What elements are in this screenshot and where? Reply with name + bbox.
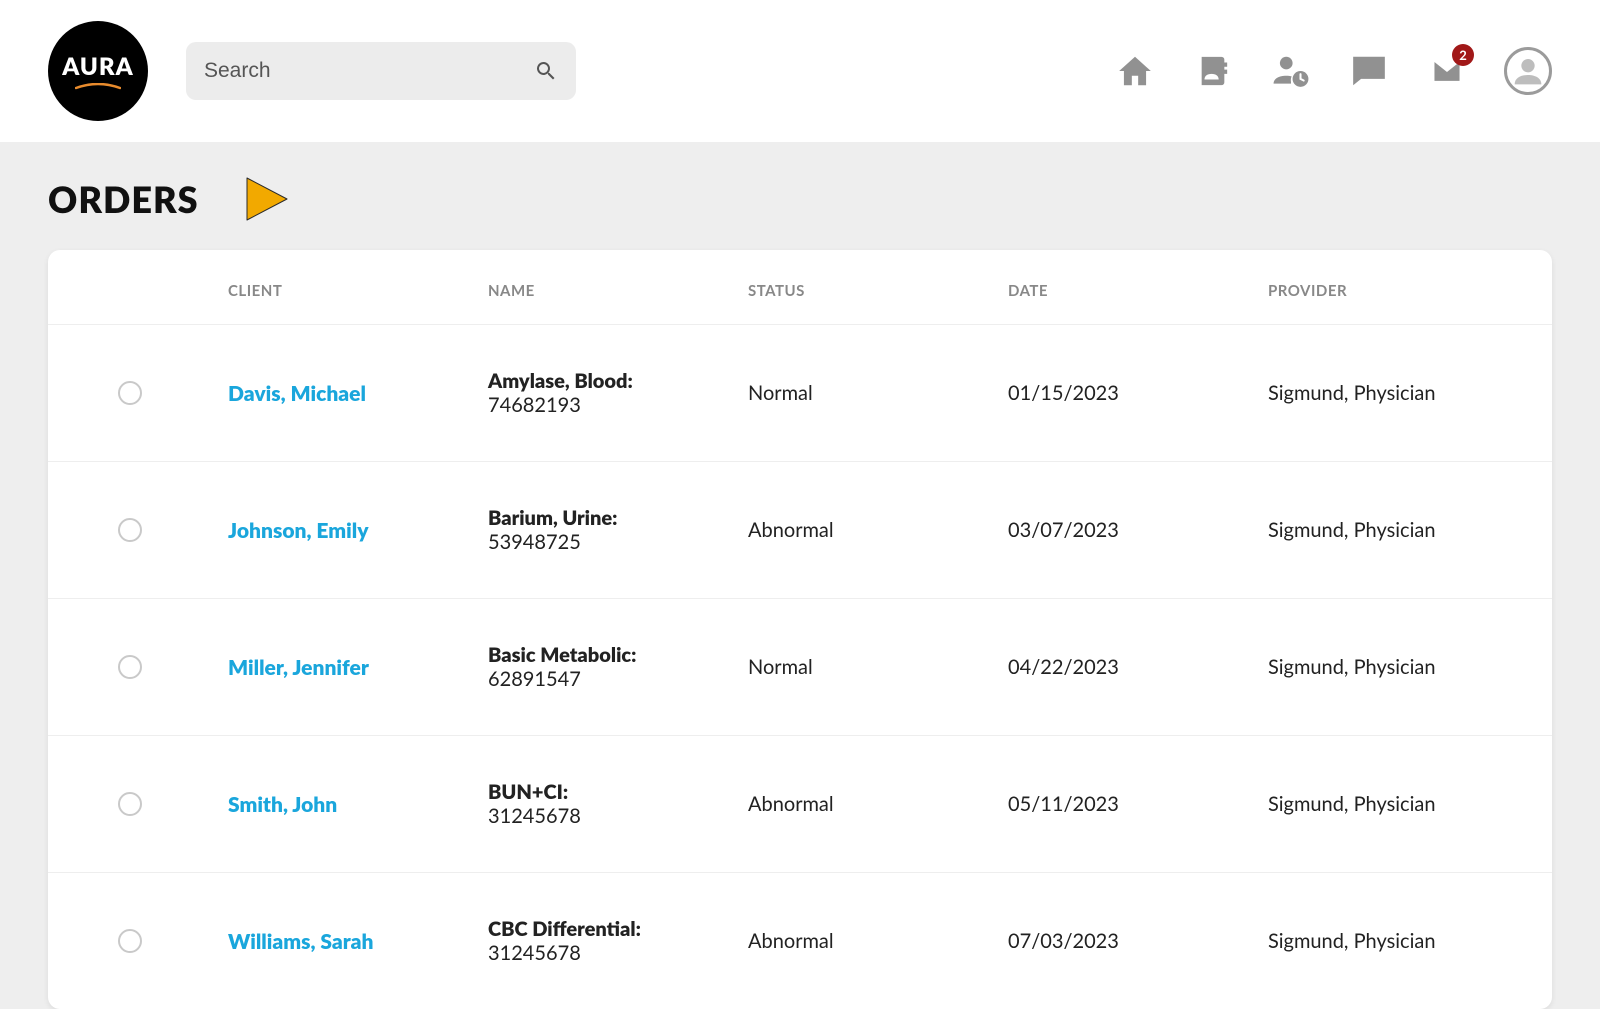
mail-badge: 2 — [1452, 44, 1474, 66]
col-status[interactable]: STATUS — [738, 250, 998, 325]
chat-icon — [1349, 52, 1389, 90]
person-clock-icon — [1270, 52, 1312, 90]
row-radio[interactable] — [118, 655, 142, 679]
client-link[interactable]: Smith, John — [228, 792, 337, 817]
client-link[interactable]: Williams, Sarah — [228, 929, 373, 954]
status-cell: Abnormal — [738, 873, 998, 1009]
page-title: ORDERS — [48, 177, 199, 221]
date-cell: 03/07/2023 — [998, 462, 1258, 599]
date-cell: 04/22/2023 — [998, 599, 1258, 736]
client-link[interactable]: Miller, Jennifer — [228, 655, 369, 680]
col-provider[interactable]: PROVIDER — [1258, 250, 1552, 325]
search-box[interactable] — [186, 42, 576, 100]
status-cell: Abnormal — [738, 462, 998, 599]
col-date[interactable]: DATE — [998, 250, 1258, 325]
title-row: ORDERS — [48, 174, 1552, 224]
nav-profile[interactable] — [1504, 47, 1552, 95]
status-cell: Normal — [738, 599, 998, 736]
test-name: BUN+CI: — [488, 780, 728, 804]
col-client[interactable]: CLIENT — [218, 250, 478, 325]
provider-cell: Sigmund, Physician — [1258, 873, 1552, 1009]
date-cell: 05/11/2023 — [998, 736, 1258, 873]
orders-card: CLIENT NAME STATUS DATE PROVIDER Davis, … — [48, 250, 1552, 1009]
nav-contacts[interactable] — [1192, 50, 1234, 92]
col-name[interactable]: NAME — [478, 250, 738, 325]
status-cell: Normal — [738, 325, 998, 462]
brand-text: AURA — [62, 52, 133, 81]
table-row[interactable]: Miller, Jennifer Basic Metabolic: 628915… — [48, 599, 1552, 736]
table-header-row: CLIENT NAME STATUS DATE PROVIDER — [48, 250, 1552, 325]
table-row[interactable]: Smith, John BUN+CI: 31245678 Abnormal 05… — [48, 736, 1552, 873]
address-book-icon — [1196, 52, 1230, 90]
date-cell: 01/15/2023 — [998, 325, 1258, 462]
test-name: Barium, Urine: — [488, 506, 728, 530]
play-icon — [241, 174, 291, 224]
brand-logo[interactable]: AURA — [48, 21, 148, 121]
nav-user-clock[interactable] — [1270, 50, 1312, 92]
nav-chat[interactable] — [1348, 50, 1390, 92]
provider-cell: Sigmund, Physician — [1258, 462, 1552, 599]
orders-table: CLIENT NAME STATUS DATE PROVIDER Davis, … — [48, 250, 1552, 1009]
avatar-icon — [1512, 55, 1544, 87]
test-name: CBC Differential: — [488, 917, 728, 941]
provider-cell: Sigmund, Physician — [1258, 736, 1552, 873]
table-row[interactable]: Williams, Sarah CBC Differential: 312456… — [48, 873, 1552, 1009]
test-id: 74682193 — [488, 393, 728, 417]
nav-home[interactable] — [1114, 50, 1156, 92]
row-radio[interactable] — [118, 929, 142, 953]
home-icon — [1114, 52, 1156, 90]
table-row[interactable]: Davis, Michael Amylase, Blood: 74682193 … — [48, 325, 1552, 462]
client-link[interactable]: Johnson, Emily — [228, 518, 369, 543]
status-cell: Abnormal — [738, 736, 998, 873]
row-radio[interactable] — [118, 792, 142, 816]
provider-cell: Sigmund, Physician — [1258, 599, 1552, 736]
test-id: 62891547 — [488, 667, 728, 691]
nav-icons: 2 — [1114, 47, 1552, 95]
test-name: Amylase, Blood: — [488, 369, 728, 393]
date-cell: 07/03/2023 — [998, 873, 1258, 1009]
topbar: AURA 2 — [0, 0, 1600, 142]
play-button[interactable] — [241, 174, 291, 224]
client-link[interactable]: Davis, Michael — [228, 381, 366, 406]
test-id: 31245678 — [488, 941, 728, 965]
brand-swoosh-icon — [75, 83, 121, 91]
search-icon[interactable] — [534, 59, 558, 83]
row-radio[interactable] — [118, 381, 142, 405]
row-radio[interactable] — [118, 518, 142, 542]
provider-cell: Sigmund, Physician — [1258, 325, 1552, 462]
table-row[interactable]: Johnson, Emily Barium, Urine: 53948725 A… — [48, 462, 1552, 599]
test-id: 31245678 — [488, 804, 728, 828]
test-name: Basic Metabolic: — [488, 643, 728, 667]
nav-mail[interactable]: 2 — [1426, 50, 1468, 92]
search-input[interactable] — [204, 59, 534, 83]
page-body: ORDERS CLIENT NAME STATUS DATE PROVIDER — [0, 142, 1600, 1009]
test-id: 53948725 — [488, 530, 728, 554]
